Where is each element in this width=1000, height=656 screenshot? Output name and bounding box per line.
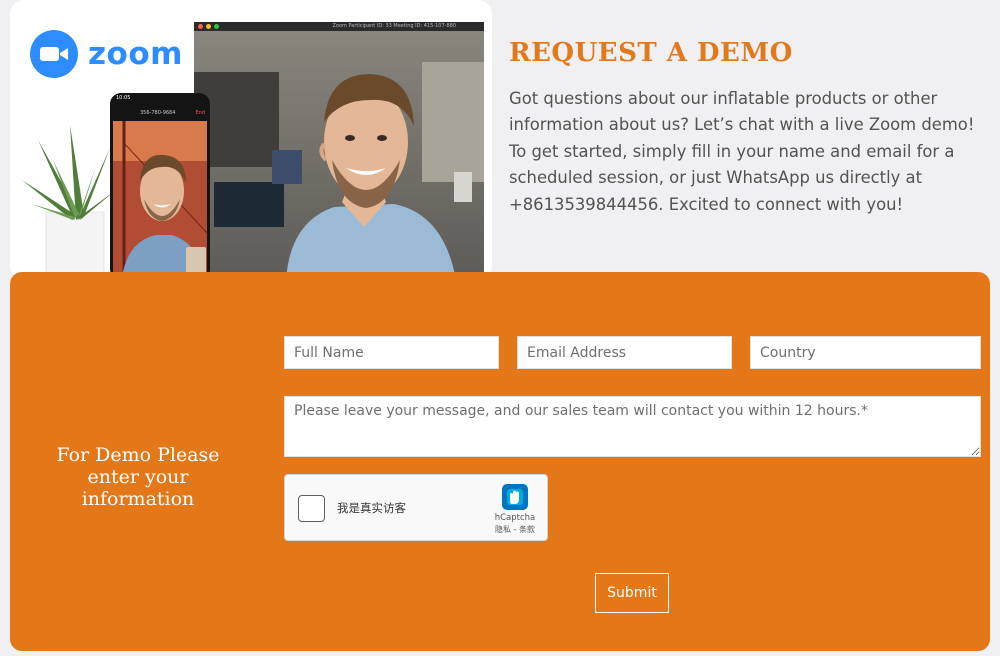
zoom-logo: zoom [30,30,183,78]
phone-time: 10:05 [116,95,131,101]
plant-illustration [18,120,118,280]
form-heading: For Demo Please enter your information [56,444,220,510]
submit-button[interactable]: Submit [595,573,669,613]
full-name-input[interactable] [284,336,499,369]
zoom-wordmark: zoom [88,36,183,72]
video-camera-icon [30,30,78,78]
message-textarea[interactable] [284,396,981,457]
phone-call-bar: 356-780-9684 End [115,110,205,118]
window-controls [198,24,219,29]
intro-description: Got questions about our inflatable produ… [509,89,975,214]
phone-video-call: 10:05 356-780-9684 End [110,93,210,280]
laptop-titlebar: Zoom Participant ID: 33 Meeting ID: 415-… [194,22,484,31]
email-input[interactable] [517,336,732,369]
meeting-caption: Zoom Participant ID: 33 Meeting ID: 415-… [332,23,457,29]
captcha-label: 我是真实访客 [337,501,406,515]
country-input[interactable] [750,336,981,369]
hcaptcha-hand-icon [501,483,529,511]
hero-image: zoom Zoom Participant ID: 33 Meeting ID:… [10,0,492,280]
captcha-brand: hCaptcha [494,513,536,523]
phone-number: 356-780-9684 [140,110,176,116]
phone-end-label: End [195,110,205,116]
page-title: REQUEST A DEMO [509,38,793,68]
hcaptcha-widget: 我是真实访客 hCaptcha 隐私 - 条款 [284,474,548,541]
captcha-checkbox[interactable] [298,495,325,522]
captcha-privacy-terms-links[interactable]: 隐私 - 条款 [485,524,545,535]
laptop-video-call: Zoom Participant ID: 33 Meeting ID: 415-… [194,22,484,280]
demo-form-panel: For Demo Please enter your information 我… [10,272,990,651]
